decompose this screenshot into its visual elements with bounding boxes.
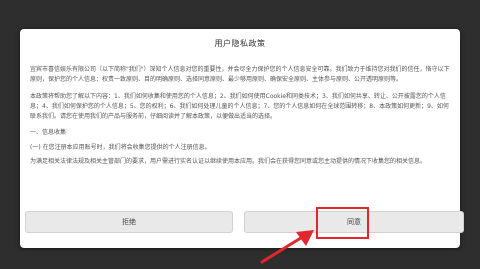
policy-text-scroll-area[interactable]: 宜宾市喜信娱乐有限公司（以下简称"我们"）深知个人信息对您的重要性，并会尽全力保… [30, 65, 450, 223]
reject-button[interactable]: 拒绝 [25, 211, 233, 233]
policy-paragraph: 为满足相关法律法规及相关主管部门的要求，用户需进行实名认证以继续使用本应用。我们… [30, 158, 427, 166]
policy-paragraph: 宜宾市喜信娱乐有限公司（以下简称"我们"）深知个人信息对您的重要性，并会尽全力保… [30, 66, 450, 84]
policy-section-heading: 一、信息收集 [30, 129, 67, 137]
policy-paragraph: (一) 在您注册本应用账号时，我们将会收集您提供的个人注册信息。 [30, 143, 211, 151]
screen-background: 用户隐私政策 宜宾市喜信娱乐有限公司（以下简称"我们"）深知个人信息对您的重要性… [0, 0, 480, 269]
dialog-button-bar: 拒绝 同意 [12, 211, 464, 233]
dialog-title: 用户隐私政策 [214, 39, 266, 48]
agree-button[interactable]: 同意 [244, 211, 464, 233]
policy-paragraph: 本政策将帮助您了解以下内容：1、我们如何收集和使用您的个人信息；2、我们如何使用… [30, 92, 449, 121]
